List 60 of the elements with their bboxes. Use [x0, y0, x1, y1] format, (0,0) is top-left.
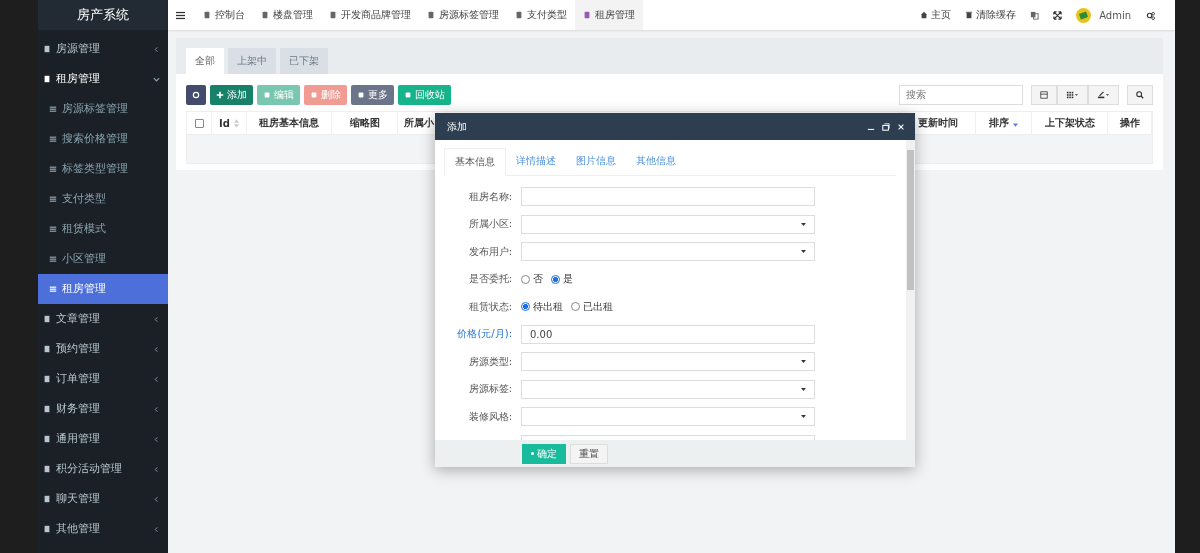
column-header[interactable]: 所属小 [404, 116, 434, 130]
reset-button[interactable]: 重置 [570, 443, 608, 464]
column-header[interactable]: 操作 [1119, 116, 1140, 130]
field-label: 发布用户: [468, 245, 512, 257]
field-label: 价格(元/月): [457, 328, 512, 340]
sidebar-item[interactable]: 房源管理 [38, 34, 168, 64]
header-link[interactable]: 主页 [920, 8, 952, 22]
field-label: 租赁状态: [468, 300, 512, 312]
field-label: 是否委托: [468, 273, 512, 285]
sidebar-subitem[interactable]: 搜索价格管理 [38, 124, 168, 154]
nav-tab[interactable]: 开发商品牌管理 [321, 0, 419, 30]
sidebar-item[interactable]: 积分活动管理 [38, 454, 168, 484]
app-title: 房产系统 [38, 0, 168, 30]
radio-option[interactable]: 已出租 [571, 299, 613, 314]
column-header[interactable]: 缩略图 [349, 116, 380, 130]
sidebar-item[interactable]: 预约管理 [38, 334, 168, 364]
sidebar-item[interactable]: 租房管理 [38, 64, 168, 94]
sidebar-subitem[interactable]: 租房管理 [38, 274, 168, 304]
form-tab[interactable]: 图片信息 [566, 148, 626, 175]
form-tab[interactable]: 其他信息 [626, 148, 686, 175]
toolbar-button[interactable]: 添加 [210, 84, 253, 105]
sidebar-item[interactable]: 文章管理 [38, 304, 168, 334]
sidebar-subitem[interactable]: 支付类型 [38, 184, 168, 214]
nav-tab[interactable]: 房源标签管理 [419, 0, 507, 30]
nav-tab[interactable]: 控制台 [195, 0, 253, 30]
text-field[interactable]: 0.00 [521, 324, 815, 344]
form-tab[interactable]: 基本信息 [444, 148, 506, 176]
column-header[interactable]: 租房基本信息 [259, 116, 319, 130]
sidebar-subitem[interactable]: 标签类型管理 [38, 154, 168, 184]
column-header[interactable]: 排序 [989, 116, 1009, 130]
filter-tab[interactable]: 已下架 [280, 48, 328, 74]
column-header[interactable]: Id [219, 117, 230, 129]
column-header[interactable]: 上下架状态 [1044, 116, 1095, 130]
user-menu[interactable]: Admin [1076, 7, 1131, 23]
sidebar-subitem[interactable]: 小区管理 [38, 244, 168, 274]
field-label: 装修风格: [468, 410, 512, 422]
sidebar-item[interactable]: 财务管理 [38, 394, 168, 424]
radio-option[interactable]: 待出租 [521, 299, 563, 314]
field-label: 租房名称: [468, 190, 512, 202]
sidebar-item[interactable]: 通用管理 [38, 424, 168, 454]
radio-option[interactable]: 是 [551, 272, 573, 287]
toolbar-button[interactable]: 更多 [351, 84, 394, 105]
nav-tab[interactable]: 楼盘管理 [253, 0, 321, 30]
sidebar-subitem[interactable]: 房源标签管理 [38, 94, 168, 124]
search-field[interactable]: 搜索 [899, 84, 1023, 105]
radio-option[interactable]: 否 [521, 272, 543, 287]
header-link[interactable]: 清除缓存 [965, 8, 1017, 22]
dialog-title: 添加 [447, 119, 468, 134]
sidebar-item[interactable]: 订单管理 [38, 364, 168, 394]
filter-tab[interactable]: 全部 [186, 48, 224, 74]
sidebar-item[interactable]: 其他管理 [38, 514, 168, 544]
sidebar-subitem[interactable]: 租赁模式 [38, 214, 168, 244]
nav-tab[interactable]: 租房管理 [575, 0, 643, 30]
column-header[interactable]: 更新时间 [917, 116, 958, 130]
field-label: 房源标签: [468, 383, 512, 395]
sidebar-item[interactable]: 聊天管理 [38, 484, 168, 514]
field-label: 房源类型: [468, 355, 512, 367]
form-tab[interactable]: 详情描述 [506, 148, 566, 175]
field-label: 所属小区: [468, 218, 512, 230]
nav-tab[interactable]: 支付类型 [507, 0, 575, 30]
